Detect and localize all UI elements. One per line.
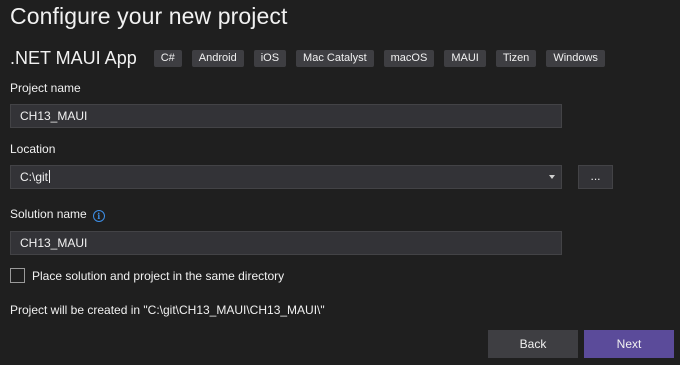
text-caret	[49, 170, 51, 183]
location-combobox[interactable]: C:\git	[10, 165, 562, 189]
solution-name-label-row: Solution name i	[10, 207, 105, 222]
same-directory-label[interactable]: Place solution and project in the same d…	[32, 269, 284, 283]
tag-maui: MAUI	[444, 49, 486, 67]
tag-ios: iOS	[253, 49, 287, 67]
project-name-input[interactable]: CH13_MAUI	[10, 104, 562, 128]
solution-name-value: CH13_MAUI	[20, 236, 88, 250]
next-button[interactable]: Next	[584, 330, 674, 358]
same-directory-checkbox[interactable]	[10, 268, 25, 283]
project-name-value: CH13_MAUI	[20, 109, 88, 123]
template-row: .NET MAUI App C# Android iOS Mac Catalys…	[10, 46, 615, 70]
tag-android: Android	[191, 49, 244, 67]
info-icon[interactable]: i	[92, 210, 105, 222]
tag-csharp: C#	[153, 49, 182, 67]
location-value: C:\git	[20, 170, 49, 184]
solution-name-input[interactable]: CH13_MAUI	[10, 231, 562, 255]
same-directory-option[interactable]: Place solution and project in the same d…	[10, 268, 284, 283]
template-name: .NET MAUI App	[10, 47, 137, 68]
page-title: Configure your new project	[10, 3, 288, 29]
tag-tizen: Tizen	[495, 49, 537, 67]
project-name-label: Project name	[10, 81, 81, 95]
browse-button[interactable]: ...	[578, 165, 613, 189]
project-path-info: Project will be created in "C:\git\CH13_…	[10, 303, 325, 317]
back-button[interactable]: Back	[488, 330, 578, 358]
template-tags: C# Android iOS Mac Catalyst macOS MAUI T…	[153, 49, 615, 67]
tag-macos: macOS	[383, 49, 435, 67]
tag-windows: Windows	[546, 49, 605, 67]
chevron-down-icon[interactable]	[549, 175, 555, 179]
location-label: Location	[10, 142, 56, 156]
solution-name-label: Solution name	[10, 207, 87, 221]
tag-mac-catalyst: Mac Catalyst	[296, 49, 374, 67]
